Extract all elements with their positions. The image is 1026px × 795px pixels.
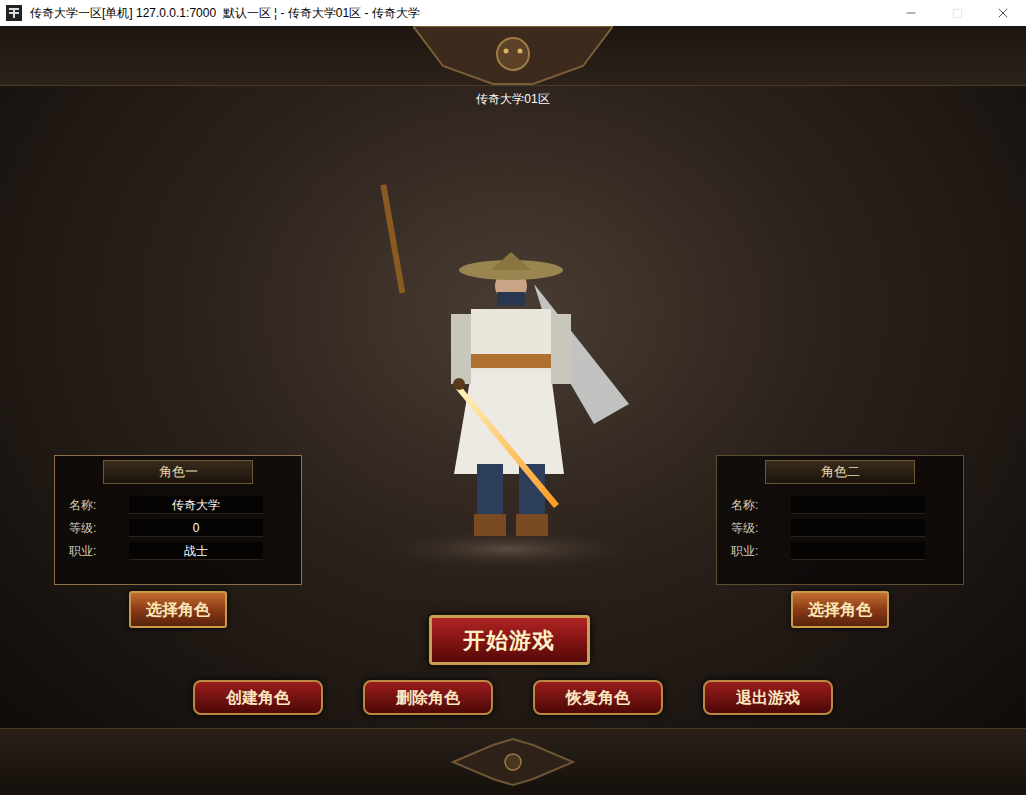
field-row: 名称:传奇大学: [69, 496, 301, 514]
panel-title: 角色二: [821, 462, 860, 482]
dragon-ornament-icon: [413, 26, 613, 86]
field-value: [791, 496, 925, 514]
character-column: 角色二名称: 等级: 职业: 选择角色: [716, 112, 964, 665]
bottom-band: [0, 728, 1026, 795]
field-label: 等级:: [731, 519, 791, 537]
close-icon: [995, 5, 1011, 21]
character-panel: 角色一名称:传奇大学等级:0职业:战士: [54, 455, 302, 585]
panel-header: 角色二: [717, 456, 963, 484]
panel-title: 角色一: [159, 462, 198, 482]
minimize-button[interactable]: [888, 0, 934, 26]
field-row: 职业:战士: [69, 542, 301, 560]
close-button[interactable]: [980, 0, 1026, 26]
action-button[interactable]: 删除角色: [363, 680, 493, 715]
field-label: 职业:: [731, 542, 791, 560]
action-button[interactable]: 退出游戏: [703, 680, 833, 715]
character-stage: 开始游戏: [359, 112, 659, 665]
field-value: [791, 542, 925, 560]
maximize-icon: [952, 8, 963, 19]
field-row: 职业:: [731, 542, 963, 560]
field-label: 等级:: [69, 519, 129, 537]
window-title: 传奇大学一区[单机] 127.0.0.1:7000 默认一区 ¦ - 传奇大学0…: [30, 4, 888, 22]
field-value: 0: [129, 519, 263, 537]
select-character-button[interactable]: 选择角色: [791, 591, 889, 628]
field-row: 名称:: [731, 496, 963, 514]
bottom-ornament-icon: [443, 737, 583, 787]
field-row: 等级:0: [69, 519, 301, 537]
app-icon: [6, 5, 22, 21]
action-button[interactable]: 恢复角色: [533, 680, 663, 715]
title-bar: 传奇大学一区[单机] 127.0.0.1:7000 默认一区 ¦ - 传奇大学0…: [0, 0, 1026, 26]
top-band: [0, 26, 1026, 86]
field-row: 等级:: [731, 519, 963, 537]
warrior-figure: [359, 174, 659, 574]
field-label: 名称:: [731, 496, 791, 514]
field-value: [791, 519, 925, 537]
field-value: 传奇大学: [129, 496, 263, 514]
action-bar: 创建角色 删除角色 恢复角色 退出游戏: [0, 680, 1026, 715]
game-window: 传奇大学一区[单机] 127.0.0.1:7000 默认一区 ¦ - 传奇大学0…: [0, 0, 1026, 795]
maximize-button[interactable]: [934, 0, 980, 26]
field-label: 职业:: [69, 542, 129, 560]
action-button[interactable]: 创建角色: [193, 680, 323, 715]
select-character-button[interactable]: 选择角色: [129, 591, 227, 628]
panel-header: 角色一: [55, 456, 301, 484]
minimize-icon: [904, 6, 918, 20]
start-game-button[interactable]: 开始游戏: [429, 615, 590, 665]
character-panel: 角色二名称: 等级: 职业:: [716, 455, 964, 585]
field-label: 名称:: [69, 496, 129, 514]
scene: 传奇大学01区角色一名称:传奇大学等级:0职业:战士选择角色开始游戏角色二名称:…: [0, 86, 1026, 728]
field-value: 战士: [129, 542, 263, 560]
server-name: 传奇大学01区: [476, 90, 549, 108]
character-column: 角色一名称:传奇大学等级:0职业:战士选择角色: [54, 112, 302, 665]
